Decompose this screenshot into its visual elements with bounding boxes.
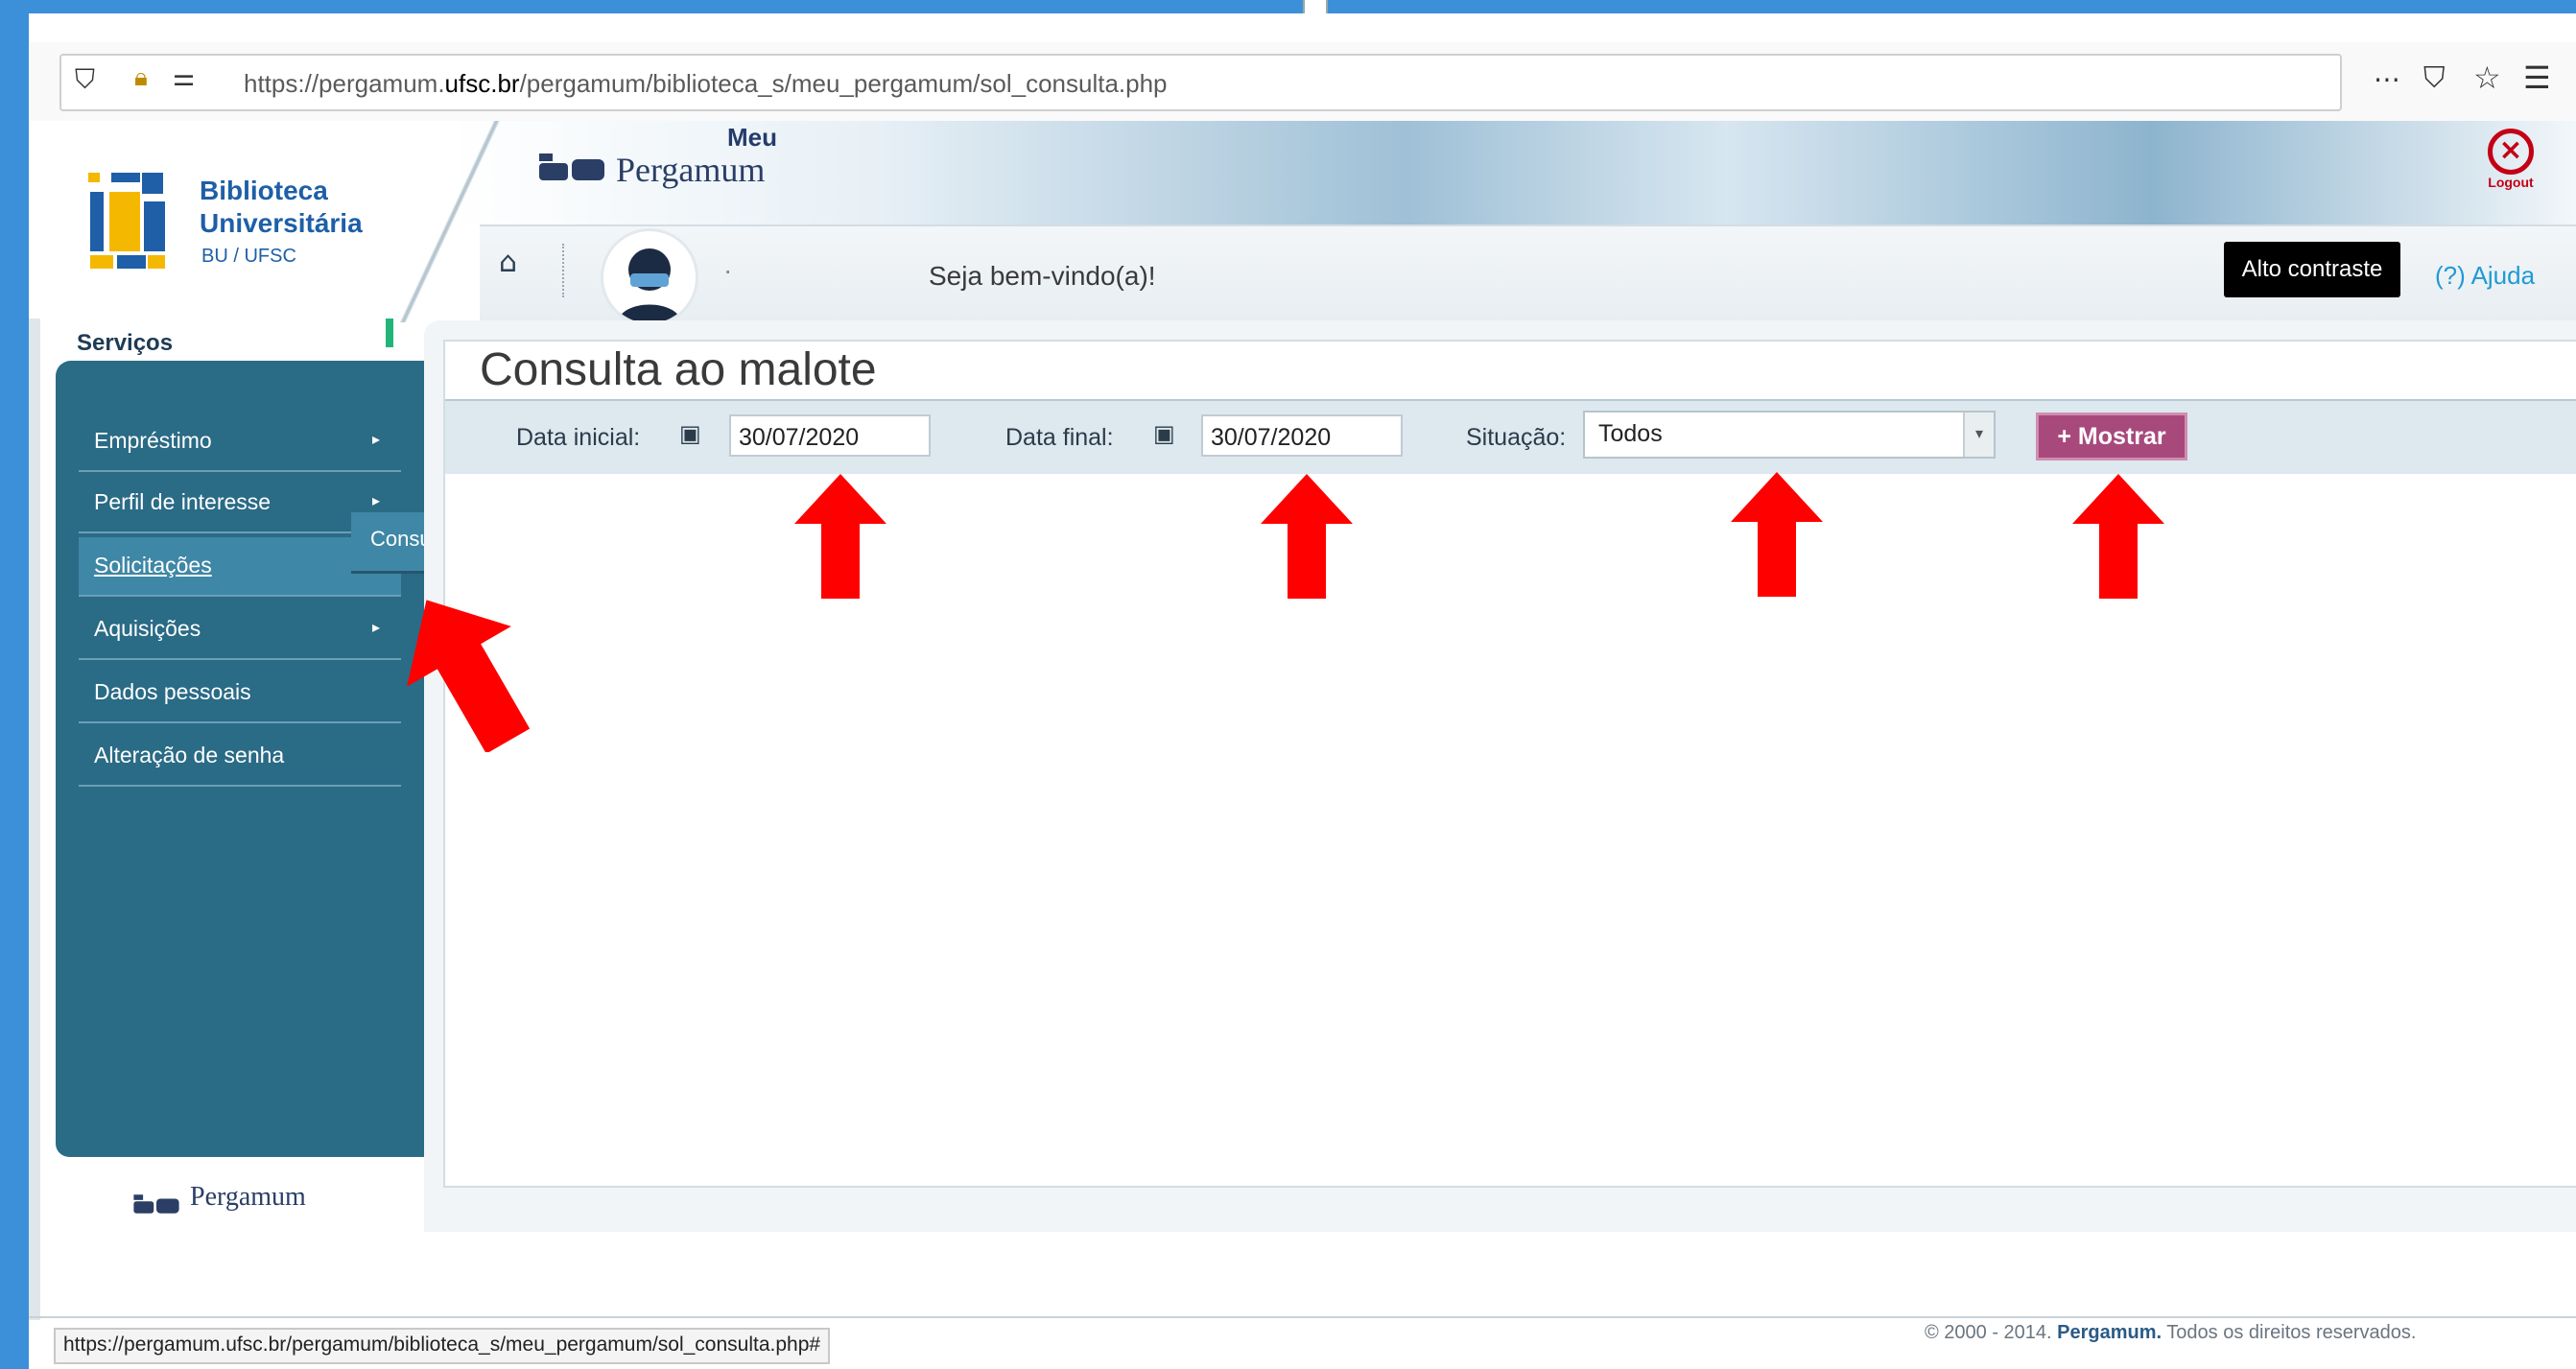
ajuda-link[interactable]: (?) Ajuda: [2435, 261, 2535, 291]
divider: [562, 244, 564, 297]
data-final-label: Data final:: [1005, 424, 1114, 451]
shield-icon[interactable]: ⛉: [75, 63, 95, 96]
welcome-text: Seja bem-vindo(a)!: [929, 261, 1156, 291]
pergamum-footer-logo-icon: [133, 1194, 179, 1214]
bu-ufsc-logo-icon[interactable]: [88, 171, 184, 271]
sidebar-item-label: Solicitações: [94, 553, 212, 578]
status-bar-url: https://pergamum.ufsc.br/pergamum/biblio…: [54, 1328, 831, 1364]
red-arrow-icon: [794, 474, 886, 599]
alto-contraste-button[interactable]: Alto contraste: [2224, 242, 2400, 297]
logo-title: Biblioteca Universitária: [200, 176, 363, 238]
pergamum-title: Pergamum: [616, 151, 766, 189]
data-inicial-input[interactable]: 30/07/2020: [729, 414, 931, 457]
header-divider: [384, 121, 518, 322]
sidebar-item-label: Empréstimo: [94, 428, 212, 453]
sidebar-item-emprestimo[interactable]: Empréstimo ▸: [79, 413, 401, 472]
calendar-icon[interactable]: ▣: [1153, 420, 1175, 447]
sidebar-collapse-handle[interactable]: [386, 319, 393, 347]
sidebar-item-aquisicoes[interactable]: Aquisições ▸: [79, 601, 401, 660]
situacao-select[interactable]: Todos ▾: [1583, 411, 1996, 459]
red-arrow-icon: [1731, 472, 1823, 597]
situacao-selected-value: Todos: [1598, 420, 1663, 447]
sidebar-item-label: Alteração de senha: [94, 743, 285, 767]
browser-window: ⛉ 🔒︎ ⚌ https://pergamum.ufsc.br/pergamum…: [29, 13, 2576, 1369]
sidebar-item-label: Dados pessoais: [94, 679, 251, 704]
permissions-icon[interactable]: ⚌: [173, 63, 195, 92]
url-text[interactable]: https://pergamum.ufsc.br/pergamum/biblio…: [244, 69, 1168, 99]
sidebar-item-label: Aquisições: [94, 616, 201, 641]
sidebar-item-alteracao-de-senha[interactable]: Alteração de senha: [79, 727, 401, 787]
data-inicial-label: Data inicial:: [516, 424, 641, 451]
site-header: Biblioteca Universitária BU / UFSC Meu P…: [29, 121, 2576, 326]
pocket-icon[interactable]: ⛉: [2423, 61, 2446, 95]
lock-warning-icon[interactable]: 🔒︎: [134, 63, 148, 93]
calendar-icon[interactable]: ▣: [679, 420, 701, 447]
user-name-dot: ·: [723, 255, 733, 285]
bookmark-star-icon[interactable]: ☆: [2473, 59, 2501, 96]
red-arrow-icon: [1261, 474, 1353, 599]
pergamum-footer-logo: Pergamum: [190, 1182, 306, 1212]
browser-toolbar: ⛉ 🔒︎ ⚌ https://pergamum.ufsc.br/pergamum…: [29, 42, 2576, 123]
red-arrow-icon: [2072, 474, 2164, 599]
meu-label: Meu: [727, 123, 777, 152]
chevron-right-icon: ▸: [371, 620, 380, 636]
logout-button[interactable]: × Logout: [2477, 129, 2544, 190]
chevron-right-icon: ▸: [371, 432, 380, 448]
situacao-label: Situação:: [1466, 424, 1567, 451]
sidebar-item-dados-pessoais[interactable]: Dados pessoais: [79, 664, 401, 723]
data-final-input[interactable]: 30/07/2020: [1201, 414, 1403, 457]
address-bar[interactable]: ⛉ 🔒︎ ⚌ https://pergamum.ufsc.br/pergamum…: [59, 54, 2501, 111]
sidebar-title: Serviços: [77, 330, 174, 356]
footer-divider: [29, 1316, 2576, 1318]
avatar[interactable]: [601, 228, 698, 326]
red-arrow-icon: [407, 600, 530, 752]
copyright-text: © 2000 - 2014. Pergamum. Todos os direit…: [1925, 1322, 2417, 1343]
logo-subtitle: BU / UFSC: [201, 246, 296, 267]
logout-label: Logout: [2488, 175, 2534, 190]
page-actions-icon[interactable]: ⋯: [2374, 63, 2400, 95]
home-icon[interactable]: ⌂: [499, 246, 517, 279]
pergamum-logo-icon: [539, 153, 604, 180]
page-title: Consulta ao malote: [480, 344, 877, 395]
menu-icon[interactable]: ☰: [2523, 59, 2551, 96]
close-icon: ×: [2488, 129, 2534, 175]
user-avatar-icon: [617, 248, 682, 323]
mostrar-button[interactable]: + Mostrar: [2036, 413, 2187, 460]
sidebar-item-label: Perfil de interesse: [94, 489, 272, 514]
chevron-down-icon[interactable]: ▾: [1963, 413, 1994, 457]
